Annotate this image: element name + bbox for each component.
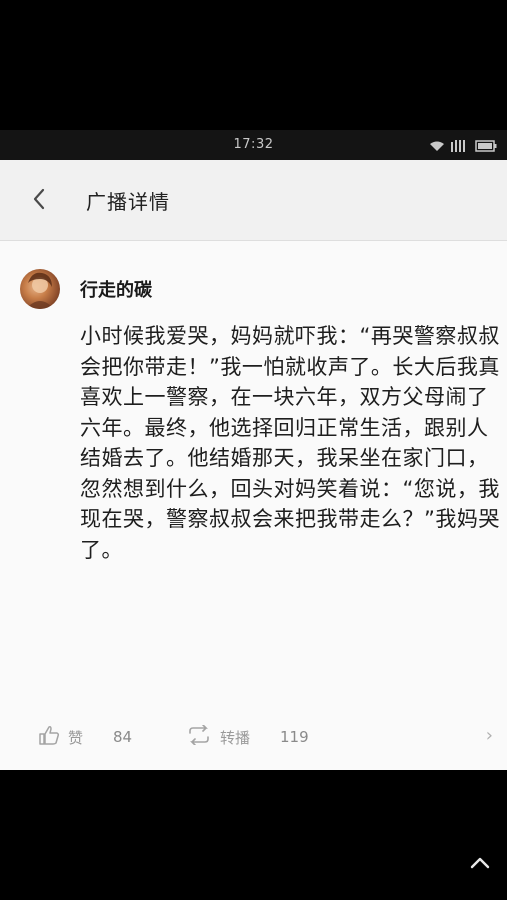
repost-button[interactable]: 转播 119: [186, 724, 309, 749]
wifi-icon: [429, 137, 445, 156]
app-screen: 广播详情 行走的碳 小时候我爱哭，妈妈就吓我：“再哭警察叔叔会把你带走！”我一怕…: [0, 160, 507, 770]
battery-icon: [475, 137, 497, 156]
back-button[interactable]: [22, 184, 56, 218]
page-title: 广播详情: [86, 190, 170, 214]
status-icons: [429, 137, 497, 156]
like-count: 84: [113, 728, 133, 746]
post-author[interactable]: 行走的碳: [80, 276, 152, 302]
signal-icon: [451, 137, 469, 156]
repost-count: 119: [280, 728, 309, 746]
repost-label: 转播: [220, 728, 251, 747]
like-label: 赞: [68, 728, 84, 747]
app-header: 广播详情: [0, 160, 507, 241]
post-actions-bar: 赞 84 转播 119 ›: [0, 711, 507, 761]
post-body: 小时候我爱哭，妈妈就吓我：“再哭警察叔叔会把你带走！”我一怕就收声了。长大后我真…: [80, 324, 500, 562]
chevron-left-icon: [32, 188, 46, 214]
thumbs-up-icon: [38, 725, 60, 749]
chevron-up-icon: [470, 854, 490, 873]
like-button[interactable]: 赞 84: [38, 725, 132, 749]
status-bar: 17:32: [0, 130, 507, 160]
chevron-right-icon[interactable]: ›: [486, 725, 493, 746]
scroll-up-button[interactable]: [465, 850, 495, 876]
post-card: 行走的碳 小时候我爱哭，妈妈就吓我：“再哭警察叔叔会把你带走！”我一怕就收声了。…: [0, 241, 507, 770]
phone-screen: 17:32 广播详情 行走的碳 小时候我爱哭，妈妈就吓我：“再哭警察叔叔会把你带…: [0, 0, 507, 900]
avatar[interactable]: [20, 269, 60, 309]
repost-icon: [186, 724, 212, 749]
